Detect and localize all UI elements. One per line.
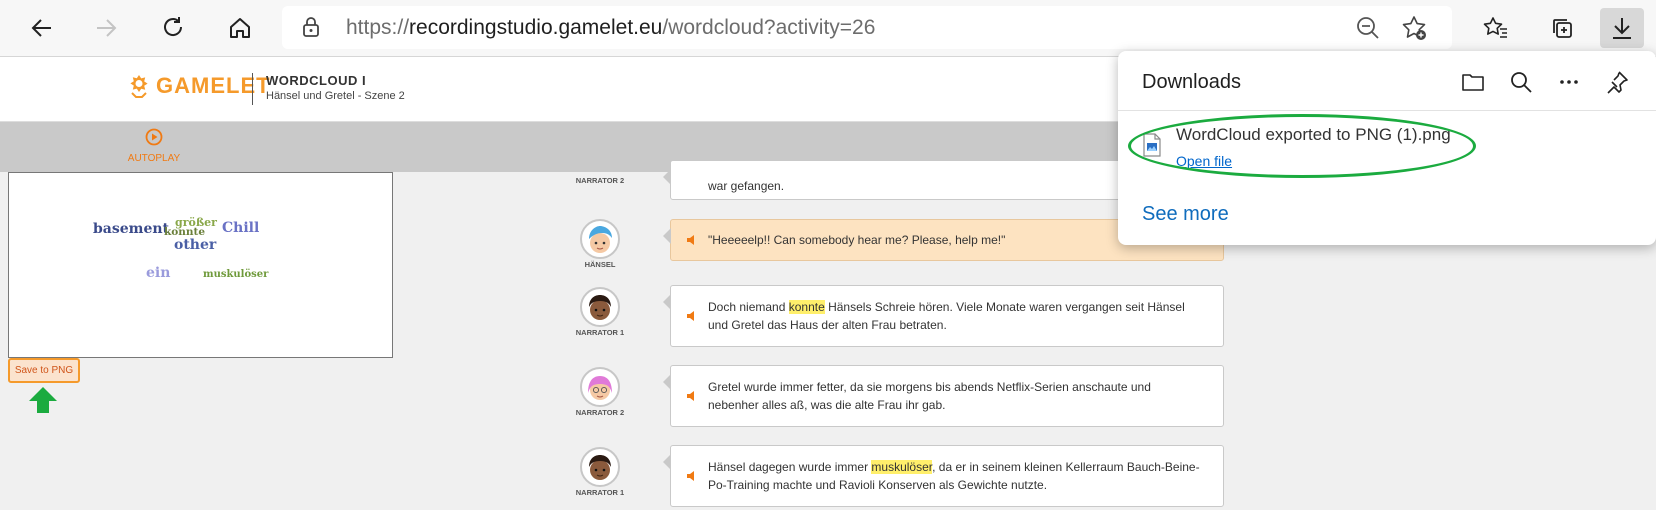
home-icon <box>230 18 250 38</box>
panel-divider <box>1118 110 1656 111</box>
url-host: recordingstudio.gamelet.eu <box>409 16 663 39</box>
dialogue-row: NARRATOR 1 Hänsel dagegen wurde immer mu… <box>570 445 1226 509</box>
zoom-out-button[interactable] <box>1354 14 1382 47</box>
url-text: https://recordingstudio.gamelet.eu/wordc… <box>346 6 875 49</box>
download-icon <box>1613 18 1631 39</box>
back-button[interactable] <box>22 8 62 48</box>
collections-icon <box>1553 19 1572 38</box>
dialogue-text-part: Doch niemand <box>708 300 789 314</box>
avatar-narrator-2 <box>580 367 620 407</box>
pin-panel-button[interactable] <box>1602 67 1632 97</box>
refresh-button[interactable] <box>153 8 193 48</box>
highlighted-word: muskulöser <box>871 460 933 474</box>
activity-title: WORDCLOUD I <box>266 73 367 88</box>
add-favorite-button[interactable] <box>1400 14 1428 47</box>
forward-arrow-icon <box>97 19 117 37</box>
header-divider <box>252 73 253 105</box>
green-up-arrow-icon <box>29 387 57 413</box>
home-button[interactable] <box>220 8 260 48</box>
cloud-word: Chill <box>222 220 260 236</box>
speaker-label: NARRATOR 2 <box>575 176 625 185</box>
dialogue-row: NARRATOR 1 Doch niemand konnte Hänsels S… <box>570 285 1226 349</box>
zoom-out-icon <box>1357 17 1379 39</box>
cloud-word: basement <box>93 221 170 237</box>
green-highlight-ring <box>1128 114 1476 178</box>
speaker-label: NARRATOR 2 <box>575 408 625 417</box>
refresh-icon <box>164 17 183 36</box>
autoplay-button[interactable]: AUTOPLAY <box>126 128 182 164</box>
more-options-button[interactable] <box>1554 67 1584 97</box>
avatar-haensel <box>580 219 620 259</box>
cloud-word: muskulöser <box>203 269 269 280</box>
activity-subtitle: Hänsel und Gretel - Szene 2 <box>266 90 405 102</box>
speaker-icon[interactable] <box>685 389 699 403</box>
gamelet-logo[interactable]: GAMELET <box>126 73 271 99</box>
open-downloads-folder-button[interactable] <box>1458 67 1488 97</box>
dialogue-text: "Heeeeelp!! Can somebody hear me? Please… <box>708 233 1006 247</box>
wordcloud-canvas: basement größer konnte other Chill ein m… <box>8 172 393 358</box>
speech-bubble[interactable]: Doch niemand konnte Hänsels Schreie höre… <box>663 285 1224 347</box>
see-more-link[interactable]: See more <box>1142 203 1229 226</box>
avatar-narrator-1 <box>580 287 620 327</box>
lock-icon <box>303 17 319 37</box>
collections-button[interactable] <box>1542 8 1582 48</box>
avatar-narrator-1 <box>580 447 620 487</box>
cloud-word: ein <box>146 265 171 281</box>
folder-icon <box>1462 74 1484 91</box>
speaker-label: NARRATOR 1 <box>575 328 625 337</box>
back-arrow-icon <box>31 19 51 37</box>
search-icon <box>1511 72 1532 93</box>
url-scheme: https:// <box>346 16 410 39</box>
pin-icon <box>1607 71 1628 94</box>
more-horizontal-icon <box>1560 80 1578 84</box>
cloud-word: other <box>174 237 217 253</box>
dialogue-text-part: Hänsel dagegen wurde immer <box>708 460 872 474</box>
speaker-icon[interactable] <box>685 233 699 247</box>
downloads-title: Downloads <box>1142 71 1241 93</box>
favorites-button[interactable] <box>1476 8 1516 48</box>
dialogue-row: NARRATOR 2 Gretel wurde immer fetter, da… <box>570 365 1226 429</box>
dialogue-text: Doch niemand konnte Hänsels Schreie höre… <box>708 298 1203 334</box>
gamelet-logo-icon <box>130 75 148 98</box>
address-bar[interactable]: https://recordingstudio.gamelet.eu/wordc… <box>282 6 1452 49</box>
favorites-list-icon <box>1483 17 1507 38</box>
dialogue-text: Gretel wurde immer fetter, da sie morgen… <box>708 380 1151 412</box>
highlighted-word: konnte <box>788 300 825 314</box>
dialogue-text: war gefangen. <box>708 179 785 193</box>
speech-bubble[interactable]: Hänsel dagegen wurde immer muskulöser, d… <box>663 445 1224 507</box>
speaker-icon[interactable] <box>685 469 699 483</box>
forward-button[interactable] <box>86 8 126 48</box>
dialogue-text: Hänsel dagegen wurde immer muskulöser, d… <box>708 458 1203 494</box>
save-to-png-button[interactable]: Save to PNG <box>8 358 80 383</box>
downloads-button[interactable] <box>1600 8 1644 48</box>
speaker-label: NARRATOR 1 <box>575 488 625 497</box>
url-path: /wordcloud?activity=26 <box>662 16 876 39</box>
speech-bubble[interactable]: Gretel wurde immer fetter, da sie morgen… <box>663 365 1224 427</box>
autoplay-label: AUTOPLAY <box>127 153 181 164</box>
browser-toolbar: https://recordingstudio.gamelet.eu/wordc… <box>0 0 1656 57</box>
search-downloads-button[interactable] <box>1506 67 1536 97</box>
speaker-label: HÄNSEL <box>584 260 616 269</box>
play-icon <box>145 128 163 146</box>
speaker-icon[interactable] <box>685 309 699 323</box>
star-add-icon <box>1402 16 1426 40</box>
logo-text: GAMELET <box>156 73 271 98</box>
